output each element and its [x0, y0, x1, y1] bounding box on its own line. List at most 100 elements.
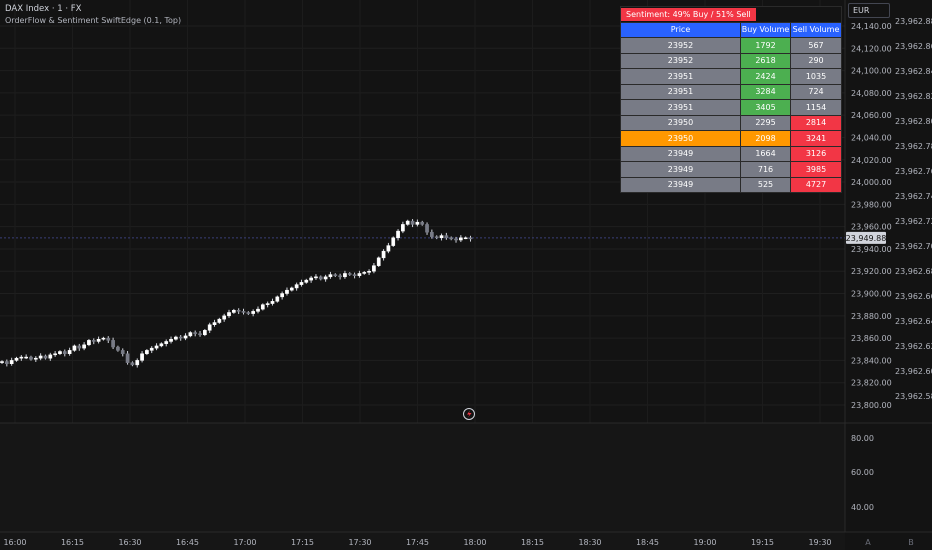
candle	[410, 219, 415, 228]
candle	[314, 274, 318, 280]
candle	[67, 347, 72, 356]
candle	[463, 236, 468, 240]
buy-cell: 2424	[741, 69, 790, 84]
buy-cell: 716	[741, 162, 790, 177]
candle	[289, 286, 294, 292]
candle	[401, 221, 405, 234]
sell-cell: 3126	[791, 146, 841, 161]
table-header-row: Price Buy Volume Sell Volume	[621, 22, 841, 37]
candle	[203, 328, 207, 337]
secondary-axis-label: 23,962.72	[895, 217, 932, 226]
candle	[280, 291, 284, 300]
price-axis-label: 23,960.00	[851, 223, 892, 232]
candle	[270, 298, 275, 306]
candle	[164, 339, 169, 347]
candle	[38, 353, 43, 361]
lower-pane-label: 40.00	[851, 503, 874, 512]
candle	[154, 343, 159, 351]
price-axis-label: 23,900.00	[851, 290, 892, 299]
candle	[328, 271, 333, 279]
sell-cell: 1035	[791, 69, 841, 84]
candle	[169, 336, 173, 344]
secondary-axis-label: 23,962.84	[895, 67, 932, 76]
candle	[188, 331, 193, 338]
candle	[236, 308, 241, 315]
candle	[309, 275, 313, 283]
candle	[294, 282, 299, 291]
candle	[183, 333, 188, 341]
currency-button[interactable]: EUR	[848, 3, 890, 18]
secondary-axis-label: 23,962.86	[895, 42, 932, 51]
candle	[193, 330, 198, 337]
time-axis-label: 19:30	[808, 538, 831, 547]
candle	[111, 337, 115, 350]
price-cell: 23949	[621, 146, 740, 161]
candle	[106, 336, 111, 344]
candle	[212, 319, 217, 327]
candle	[125, 351, 130, 365]
candle	[217, 317, 222, 324]
candle	[420, 220, 425, 226]
candle	[265, 301, 270, 308]
secondary-axis-label: 23,962.58	[895, 392, 932, 401]
secondary-axis-label: 23,962.74	[895, 192, 932, 201]
price-axis-label: 23,840.00	[851, 356, 892, 365]
candle	[285, 287, 289, 296]
price-axis-label: 24,020.00	[851, 156, 892, 165]
candle	[62, 349, 67, 357]
chart-title[interactable]: DAX Index · 1 · FX	[5, 4, 81, 14]
sell-cell: 567	[791, 38, 841, 53]
time-axis-label: 18:00	[463, 538, 486, 547]
sell-volume-header: Sell Volume	[791, 22, 841, 37]
price-cell: 23950	[621, 115, 740, 130]
secondary-axis-label: 23,962.76	[895, 167, 932, 176]
candle	[405, 219, 410, 226]
candle	[430, 229, 434, 239]
candle	[24, 354, 28, 360]
sentiment-badge: Sentiment: 49% Buy / 51% Sell	[621, 7, 756, 21]
candle	[120, 348, 125, 357]
secondary-axis-label: 23,962.68	[895, 267, 932, 276]
candle	[96, 336, 101, 344]
secondary-axis-label: 23,962.60	[895, 367, 932, 376]
price-axis-label: 23,860.00	[851, 334, 892, 343]
axis-marker-a: A	[865, 538, 871, 547]
candle	[159, 342, 164, 348]
secondary-axis-label: 23,962.62	[895, 342, 932, 351]
candle	[323, 274, 328, 282]
time-axis-label: 17:15	[291, 538, 314, 547]
candle	[53, 351, 57, 357]
candle	[91, 338, 96, 345]
price-cell: 23952	[621, 38, 740, 53]
secondary-axis-label: 23,962.66	[895, 292, 932, 301]
price-cell: 23951	[621, 100, 740, 115]
buy-cell: 525	[741, 177, 790, 192]
candle	[77, 343, 82, 351]
lightning-icon[interactable]	[463, 408, 475, 420]
price-axis-label: 23,820.00	[851, 379, 892, 388]
sell-cell: 290	[791, 53, 841, 68]
time-axis-label: 16:15	[61, 538, 84, 547]
secondary-axis-label: 23,962.70	[895, 242, 932, 251]
candle	[386, 242, 391, 254]
price-axis-label: 24,100.00	[851, 67, 892, 76]
candle	[468, 235, 473, 242]
candle	[101, 336, 106, 341]
candle	[367, 269, 371, 276]
candle	[174, 335, 178, 341]
candle	[145, 349, 149, 356]
table-row: 23949 1664 3126	[621, 146, 841, 161]
table-row: 23952 1792 567	[621, 38, 841, 53]
candle	[304, 278, 309, 284]
lower-pane-label: 60.00	[851, 468, 874, 477]
time-axis-label: 19:15	[751, 538, 774, 547]
candle	[347, 272, 352, 276]
sell-cell: 2814	[791, 115, 841, 130]
indicator-label[interactable]: OrderFlow & Sentiment SwiftEdge (0.1, To…	[5, 16, 181, 25]
price-header: Price	[621, 22, 740, 37]
candle	[9, 357, 14, 366]
candle	[48, 352, 53, 361]
candle	[459, 235, 463, 243]
volume-pane	[0, 423, 845, 550]
table-row: 23952 2618 290	[621, 53, 841, 68]
